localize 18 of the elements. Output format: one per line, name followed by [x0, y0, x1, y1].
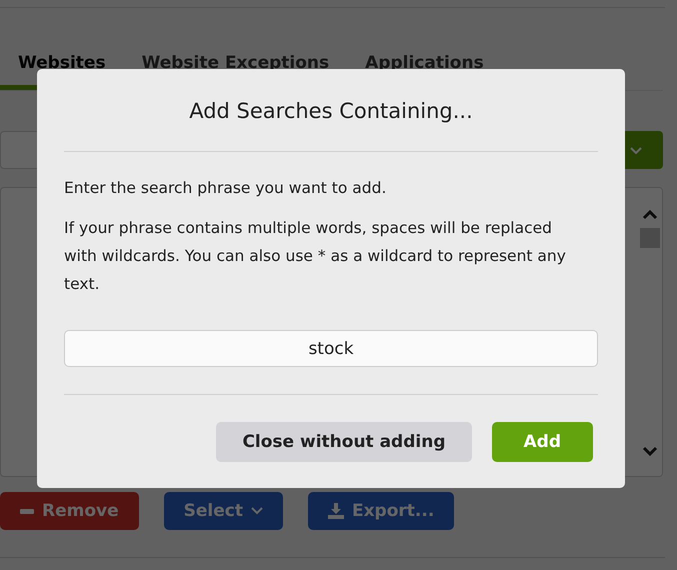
download-icon [328, 503, 344, 519]
close-button[interactable]: Close without adding [216, 422, 472, 462]
chevron-down-icon [250, 507, 263, 515]
remove-button[interactable]: Remove [0, 492, 139, 530]
add-button[interactable]: Add [492, 422, 593, 462]
scroll-up-icon[interactable] [642, 210, 658, 220]
instruction-text: If your phrase contains multiple words, spaces will be replaced with wildcards. You can also use * as a wildcard to represent any text. [64, 218, 567, 295]
scroll-down-icon[interactable] [642, 446, 658, 456]
instruction-text: Enter the search phrase you want to add. [64, 178, 388, 199]
dialog-title: Add Searches Containing... [188, 99, 474, 123]
tab[interactable]: Website Exceptions [124, 49, 348, 90]
minus-icon [20, 508, 34, 514]
export-button[interactable]: Export... [308, 492, 454, 530]
scrollbar-thumb[interactable] [640, 228, 660, 248]
tab[interactable]: Applications [347, 49, 502, 90]
select-button[interactable]: Select [164, 492, 283, 530]
search-phrase-field[interactable]: stock [64, 330, 598, 367]
chevron-down-icon [630, 146, 642, 154]
